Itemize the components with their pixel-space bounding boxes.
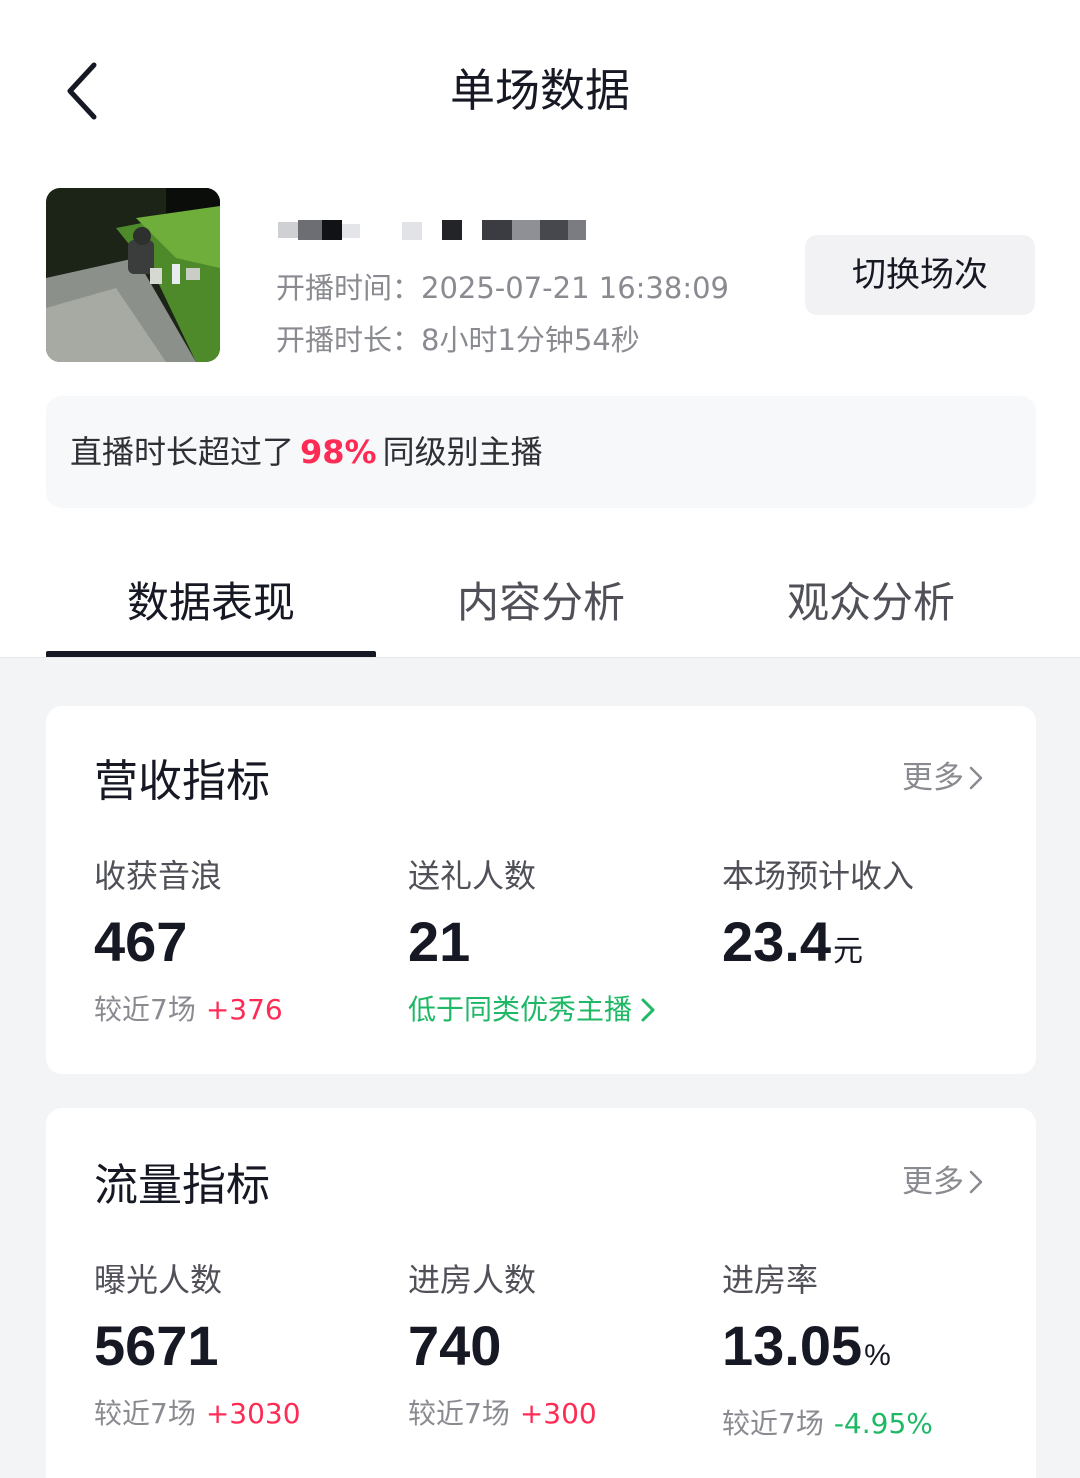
compare-label: 较近7场	[408, 1397, 510, 1430]
compare-value: +300	[519, 1397, 597, 1430]
compare-label: 较近7场	[94, 1397, 196, 1430]
rank-percent: 98%	[300, 433, 377, 471]
chevron-right-icon	[641, 998, 655, 1022]
metric-estimated-income[interactable]: 本场预计收入 23.4元	[722, 854, 1022, 988]
metric-value: 5671	[94, 1314, 219, 1377]
metric-label: 送礼人数	[408, 857, 537, 895]
page-title: 单场数据	[449, 64, 630, 117]
value-number: 13.05	[722, 1314, 863, 1377]
metric-value: 13.05%	[722, 1310, 1022, 1392]
metric-entry-rate[interactable]: 进房率 13.05% 较近7场 -4.95%	[722, 1258, 1022, 1446]
metric-impressions[interactable]: 曝光人数 5671 较近7场 +3030	[94, 1258, 394, 1436]
metric-value: 467	[94, 910, 188, 973]
live-duration: 开播时长：8小时1分钟54秒	[276, 323, 640, 357]
metric-compare: 较近7场 +300	[408, 1392, 708, 1436]
metric-compare: 较近7场 +376	[94, 988, 394, 1032]
more-label: 更多	[902, 1164, 964, 1200]
streamer-name-redacted	[276, 216, 596, 246]
metric-label: 收获音浪	[94, 857, 223, 895]
live-cover-thumbnail[interactable]	[46, 188, 220, 362]
revenue-card: 营收指标 更多 收获音浪 467 较近7场 +376 送礼人数 21 低于同类优秀…	[46, 706, 1036, 1074]
metric-sound-waves[interactable]: 收获音浪 467 较近7场 +376	[94, 854, 394, 1032]
metric-value: 23.4元	[722, 906, 1022, 988]
compare-value: +3030	[205, 1397, 301, 1430]
tab-bar: 数据表现 内容分析 观众分析	[46, 560, 1036, 658]
value-number: 23.4	[722, 910, 831, 973]
metric-value: 740	[408, 1314, 502, 1377]
tab-audience-analysis[interactable]: 观众分析	[706, 560, 1036, 658]
compare-value: -4.95%	[833, 1407, 933, 1440]
rank-banner: 直播时长超过了 98% 同级别主播	[46, 396, 1036, 508]
tab-data-performance[interactable]: 数据表现	[46, 560, 376, 658]
rank-banner-suffix: 同级别主播	[382, 433, 543, 471]
header-section: 单场数据 开播时间：2025-07-21 16:38:09 开播时长：8小时1分…	[0, 0, 1080, 658]
metric-gift-senders[interactable]: 送礼人数 21 低于同类优秀主播	[408, 854, 708, 1032]
chevron-right-icon	[969, 1170, 983, 1194]
metric-label: 进房率	[722, 1261, 819, 1299]
revenue-more-link[interactable]: 更多	[902, 756, 984, 800]
metric-compare: 较近7场 -4.95%	[722, 1402, 1022, 1446]
value-unit: 元	[833, 935, 863, 968]
compare-value: +376	[205, 993, 283, 1026]
chevron-right-icon	[969, 766, 983, 790]
tab-content-analysis[interactable]: 内容分析	[376, 560, 706, 658]
rank-banner-prefix: 直播时长超过了	[70, 433, 295, 471]
traffic-card-title: 流量指标	[94, 1160, 270, 1211]
metric-label: 进房人数	[408, 1261, 537, 1299]
benchmark-label: 低于同类优秀主播	[408, 993, 633, 1026]
more-label: 更多	[902, 760, 964, 796]
metric-room-entries[interactable]: 进房人数 740 较近7场 +300	[408, 1258, 708, 1436]
live-start-time: 开播时间：2025-07-21 16:38:09	[276, 271, 729, 305]
cover-image	[46, 188, 220, 362]
metric-compare: 较近7场 +3030	[94, 1392, 394, 1436]
revenue-card-title: 营收指标	[94, 756, 270, 807]
switch-session-button[interactable]: 切换场次	[805, 235, 1035, 315]
metric-value: 21	[408, 910, 471, 973]
traffic-card: 流量指标 更多 曝光人数 5671 较近7场 +3030 进房人数 740 较近7…	[46, 1108, 1036, 1478]
compare-label: 较近7场	[94, 993, 196, 1026]
benchmark-link[interactable]: 低于同类优秀主播	[408, 988, 708, 1032]
metric-label: 本场预计收入	[722, 857, 915, 895]
value-unit: %	[864, 1339, 891, 1372]
metric-label: 曝光人数	[94, 1261, 223, 1299]
compare-label: 较近7场	[722, 1407, 824, 1440]
traffic-more-link[interactable]: 更多	[902, 1160, 984, 1204]
